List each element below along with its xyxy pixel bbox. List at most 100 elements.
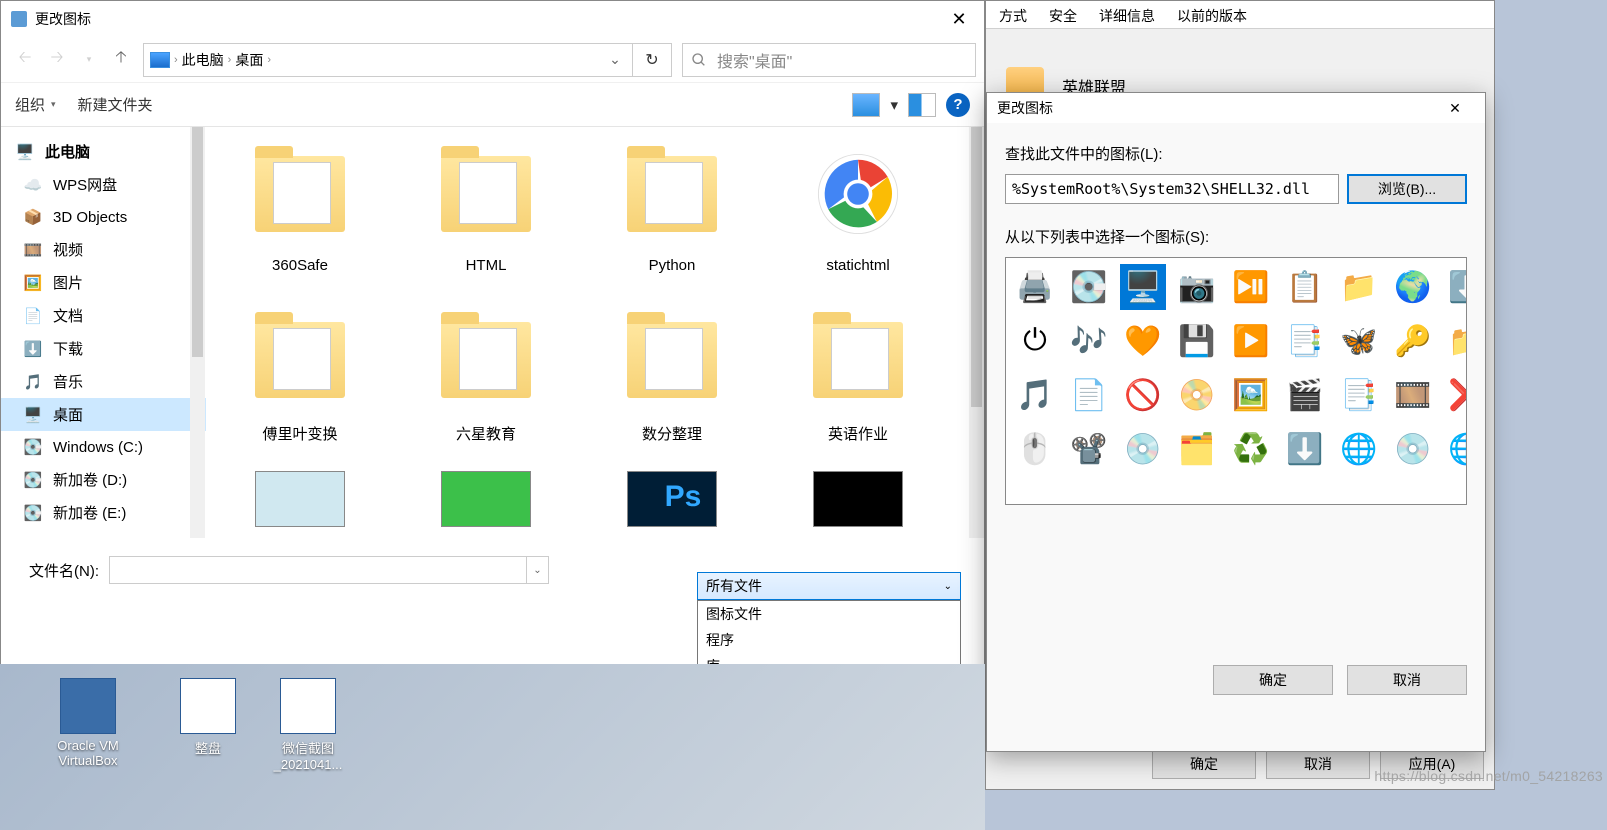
nav-back-button[interactable]: 🡠 — [9, 44, 41, 76]
filetype-selected[interactable]: 所有文件⌄ — [697, 572, 961, 600]
help-button[interactable]: ? — [946, 93, 970, 117]
icon-option[interactable]: 📁 — [1336, 264, 1382, 310]
filename-dropdown[interactable]: ⌄ — [527, 556, 549, 584]
filename-input[interactable] — [109, 556, 527, 584]
change-icon-close-button[interactable]: ✕ — [1435, 94, 1475, 122]
sidebar-item-desk[interactable]: 🖥️桌面 — [1, 398, 206, 431]
change-icon-ok-button[interactable]: 确定 — [1213, 665, 1333, 695]
sidebar-item-doc[interactable]: 📄文档 — [1, 299, 206, 332]
icon-option[interactable]: 🦋 — [1336, 318, 1382, 364]
icon-option[interactable]: 📀 — [1174, 372, 1220, 418]
crumb-root[interactable]: 此电脑 — [182, 50, 224, 70]
tab-security[interactable]: 安全 — [1038, 1, 1088, 28]
icon-option[interactable]: 🎵 — [1012, 372, 1058, 418]
crumb-current[interactable]: 桌面 — [235, 50, 263, 70]
icon-option[interactable]: 📷 — [1174, 264, 1220, 310]
desktop-shortcut[interactable]: 微信截图_2021041... — [258, 678, 358, 772]
organize-menu[interactable]: 组织▾ — [15, 94, 56, 115]
icon-option[interactable]: ⏻ — [1012, 318, 1058, 364]
file-item[interactable]: Ps — [592, 471, 752, 531]
icon-option[interactable]: ❌ — [1444, 372, 1467, 418]
search-input[interactable]: 搜索"桌面" — [682, 43, 976, 77]
icon-option[interactable]: 🖥️ — [1120, 264, 1166, 310]
sidebar-item-disk[interactable]: 💽新加卷 (D:) — [1, 463, 206, 496]
file-item[interactable]: Python — [592, 139, 752, 299]
sidebar-item-disk[interactable]: 💽新加卷 (E:) — [1, 496, 206, 529]
sidebar-item-disk[interactable]: 💽Windows (C:) — [1, 431, 206, 463]
view-mode-dropdown[interactable]: ▾ — [890, 96, 898, 114]
icon-option[interactable]: 🌍 — [1390, 264, 1436, 310]
nav-up-button[interactable]: 🡡 — [105, 44, 137, 76]
icon-option[interactable]: 📽️ — [1066, 426, 1112, 472]
icon-option[interactable]: ⏯️ — [1228, 264, 1274, 310]
sidebar-item-pic[interactable]: 🖼️图片 — [1, 266, 206, 299]
crumb-dropdown[interactable]: ⌄ — [604, 51, 626, 68]
filetype-option[interactable]: 程序 — [698, 627, 960, 653]
file-item[interactable] — [220, 471, 380, 531]
view-mode-button[interactable] — [852, 93, 880, 117]
icon-option[interactable]: 🧡 — [1120, 318, 1166, 364]
icon-option[interactable]: 🖨️ — [1012, 264, 1058, 310]
icon-option[interactable]: 🗂️ — [1174, 426, 1220, 472]
icon-option[interactable]: 💿 — [1390, 426, 1436, 472]
icon-option[interactable]: 💿 — [1120, 426, 1166, 472]
refresh-button[interactable]: ↻ — [632, 43, 672, 77]
nav-recent-button[interactable]: ▾ — [73, 44, 105, 76]
sidebar-item-mus[interactable]: 🎵音乐 — [1, 365, 206, 398]
icon-option[interactable]: 🎶 — [1066, 318, 1112, 364]
breadcrumb[interactable]: › 此电脑 › 桌面 › ⌄ — [143, 43, 633, 77]
sidebar-item-wps[interactable]: ☁️WPS网盘 — [1, 168, 206, 201]
icon-option[interactable]: 🌐 — [1444, 426, 1467, 472]
icon-option[interactable]: 📑 — [1282, 318, 1328, 364]
file-item[interactable]: 傅里叶变换 — [220, 305, 380, 465]
icon-option[interactable]: 🚫 — [1120, 372, 1166, 418]
icon-option[interactable]: 📄 — [1066, 372, 1112, 418]
file-item[interactable]: statichtml — [778, 139, 938, 299]
icon-list[interactable]: 🖨️⏻🎵🖱️💽🎶📄📽️🖥️🧡🚫💿📷💾📀🗂️⏯️▶️🖼️♻️📋📑🎬⬇️📁🦋📑🌐🌍🔑… — [1005, 257, 1467, 505]
icon-option[interactable]: 🖱️ — [1012, 426, 1058, 472]
file-item[interactable] — [778, 471, 938, 531]
icon-option[interactable]: 📁 — [1444, 318, 1467, 364]
tab-previous[interactable]: 以前的版本 — [1166, 1, 1258, 28]
props-ok-button[interactable]: 确定 — [1152, 749, 1256, 779]
icon-option[interactable]: 🎞️ — [1390, 372, 1436, 418]
tab-compat[interactable]: 方式 — [988, 1, 1038, 28]
preview-pane-button[interactable] — [908, 93, 936, 117]
icon-option[interactable]: 💾 — [1174, 318, 1220, 364]
new-folder-button[interactable]: 新建文件夹 — [78, 94, 153, 115]
file-item[interactable] — [406, 471, 566, 531]
change-icon-cancel-button[interactable]: 取消 — [1347, 665, 1467, 695]
desktop-shortcut[interactable]: Oracle VM VirtualBox — [38, 678, 138, 768]
icon-option[interactable]: ⬇️ — [1444, 264, 1467, 310]
file-item[interactable]: 英语作业 — [778, 305, 938, 465]
icon-option[interactable]: 🔑 — [1390, 318, 1436, 364]
icon-path-input[interactable] — [1005, 174, 1339, 204]
icon-option[interactable]: ⬇️ — [1282, 426, 1328, 472]
icon-option[interactable]: 💽 — [1066, 264, 1112, 310]
icon-option[interactable]: 🖼️ — [1228, 372, 1274, 418]
tab-details[interactable]: 详细信息 — [1088, 1, 1166, 28]
file-item[interactable]: 360Safe — [220, 139, 380, 299]
monitor-icon — [150, 52, 170, 68]
desktop-shortcut[interactable]: 整盘 — [158, 678, 258, 757]
icon-option[interactable]: 🌐 — [1336, 426, 1382, 472]
file-item[interactable]: 数分整理 — [592, 305, 752, 465]
file-item[interactable]: 六星教育 — [406, 305, 566, 465]
filetype-option[interactable]: 图标文件 — [698, 601, 960, 627]
sidebar-item-vid[interactable]: 🎞️视频 — [1, 233, 206, 266]
icon-option[interactable]: ♻️ — [1228, 426, 1274, 472]
sidebar-scrollbar[interactable] — [190, 127, 205, 538]
icon-option[interactable]: ▶️ — [1228, 318, 1274, 364]
file-item[interactable]: HTML — [406, 139, 566, 299]
dialog-close-button[interactable]: ✕ — [934, 1, 984, 37]
nav-forward-button[interactable]: 🡢 — [41, 44, 73, 76]
browse-button[interactable]: 浏览(B)... — [1347, 174, 1467, 204]
icon-option[interactable]: 📑 — [1336, 372, 1382, 418]
grid-scrollbar[interactable] — [969, 127, 984, 538]
sidebar-item-pc[interactable]: 🖥️此电脑 — [1, 135, 206, 168]
icon-option[interactable]: 📋 — [1282, 264, 1328, 310]
sidebar-item-3d[interactable]: 📦3D Objects — [1, 201, 206, 233]
sidebar-item-dl[interactable]: ⬇️下载 — [1, 332, 206, 365]
icon-option[interactable]: 🎬 — [1282, 372, 1328, 418]
props-cancel-button[interactable]: 取消 — [1266, 749, 1370, 779]
